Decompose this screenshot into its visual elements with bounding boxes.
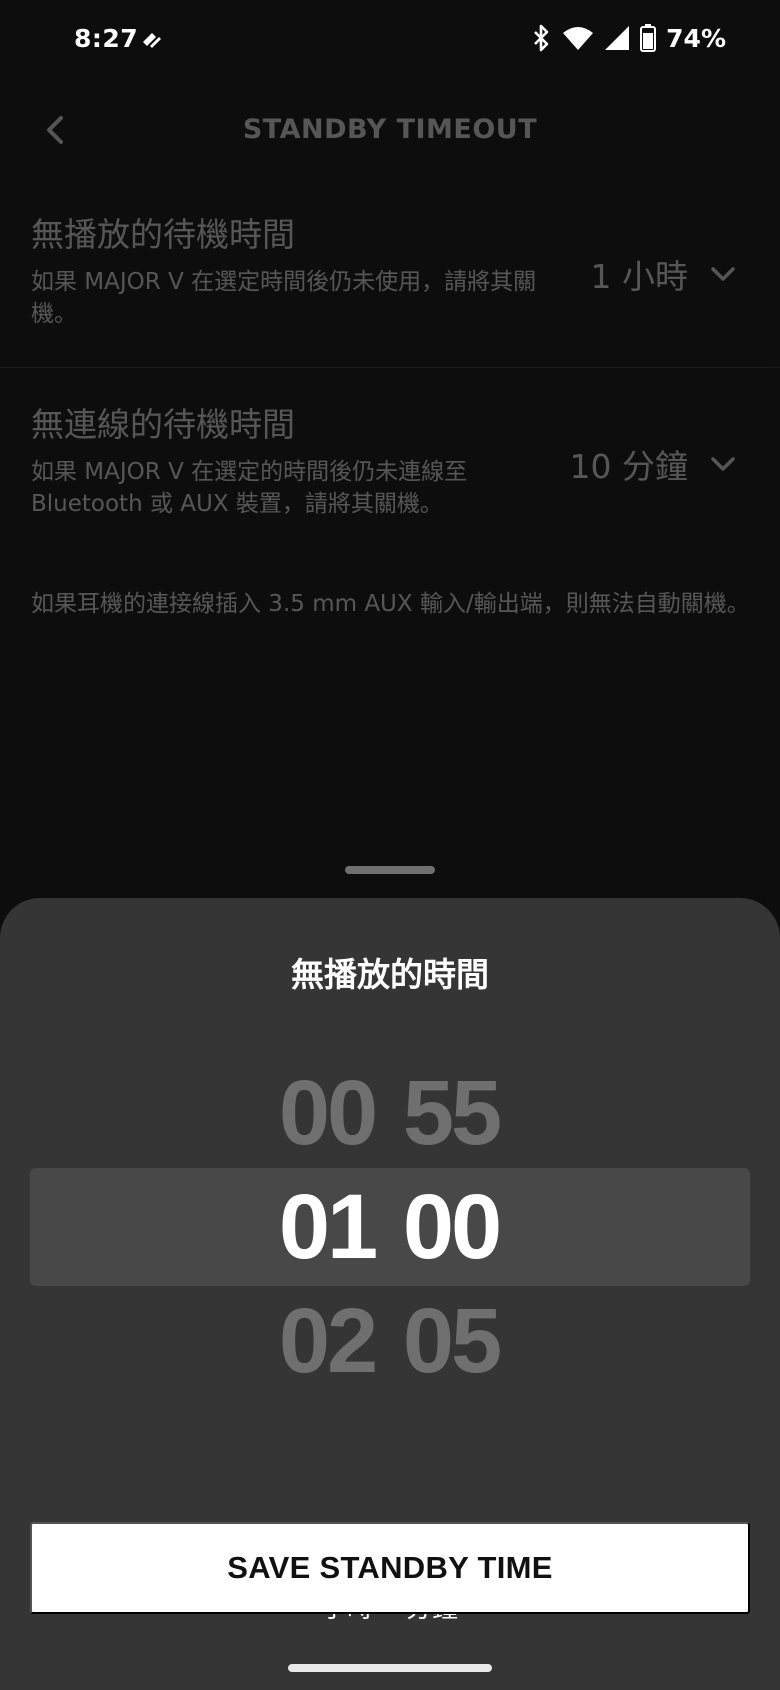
setting-value: 1 小時 <box>590 257 689 296</box>
setting-description: 如果 MAJOR V 在選定的時間後仍未連線至 Bluetooth 或 AUX … <box>31 459 468 517</box>
cellular-signal-icon <box>605 26 630 50</box>
footnote: 如果耳機的連接線插入 3.5 mm AUX 輸入/輸出端，則無法自動關機。 <box>31 591 750 617</box>
setting-title: 無連線的待機時間 <box>31 405 295 444</box>
picker-minute-option[interactable]: 05 <box>386 1286 516 1396</box>
status-bar: 8:27 74% <box>0 0 780 80</box>
home-indicator[interactable] <box>288 1664 492 1672</box>
setting-no-connection[interactable]: 無連線的待機時間 如果 MAJOR V 在選定的時間後仍未連線至 Bluetoo… <box>0 398 780 568</box>
bluetooth-icon <box>534 24 549 52</box>
page-title: STANDBY TIMEOUT <box>242 114 538 145</box>
picker-hour-option[interactable]: 02 <box>262 1286 392 1396</box>
setting-value-dropdown[interactable]: 1 小時 <box>591 250 737 298</box>
status-icons: 74% <box>532 22 726 54</box>
setting-value: 10 分鐘 <box>569 447 688 486</box>
bottom-sheet: 無播放的時間 00 55 01 00 02 05 小時 分鐘 SAVE STAN… <box>0 898 780 1690</box>
setting-value-dropdown[interactable]: 10 分鐘 <box>570 440 736 488</box>
picker-hour-selected[interactable]: 01 <box>262 1172 392 1282</box>
picker-minute-selected[interactable]: 00 <box>386 1172 516 1282</box>
wifi-icon <box>563 27 594 50</box>
status-time: 8:27 <box>74 24 139 53</box>
sheet-drag-handle[interactable] <box>345 866 435 874</box>
picker-hour-option[interactable]: 00 <box>262 1058 392 1168</box>
app-notification-icon <box>143 33 161 48</box>
battery-icon <box>640 24 657 52</box>
picker-row-selected[interactable]: 01 00 <box>0 1172 780 1282</box>
setting-no-playback[interactable]: 無播放的待機時間 如果 MAJOR V 在選定時間後仍未使用，請將其關機。 1 … <box>0 208 780 368</box>
sheet-title: 無播放的時間 <box>291 955 489 994</box>
chevron-down-icon <box>711 267 735 281</box>
save-standby-time-button[interactable]: SAVE STANDBY TIME <box>30 1522 750 1614</box>
battery-percentage: 74% <box>666 23 726 53</box>
picker-minute-option[interactable]: 55 <box>386 1058 516 1168</box>
picker-row-previous[interactable]: 00 55 <box>0 1058 780 1168</box>
setting-description: 如果 MAJOR V 在選定時間後仍未使用，請將其關機。 <box>31 269 537 327</box>
header: STANDBY TIMEOUT <box>0 80 780 180</box>
picker-row-next[interactable]: 02 05 <box>0 1286 780 1396</box>
setting-title: 無播放的待機時間 <box>31 215 295 254</box>
time-picker[interactable]: 00 55 01 00 02 05 小時 分鐘 <box>0 1058 780 1624</box>
chevron-down-icon <box>711 457 735 471</box>
